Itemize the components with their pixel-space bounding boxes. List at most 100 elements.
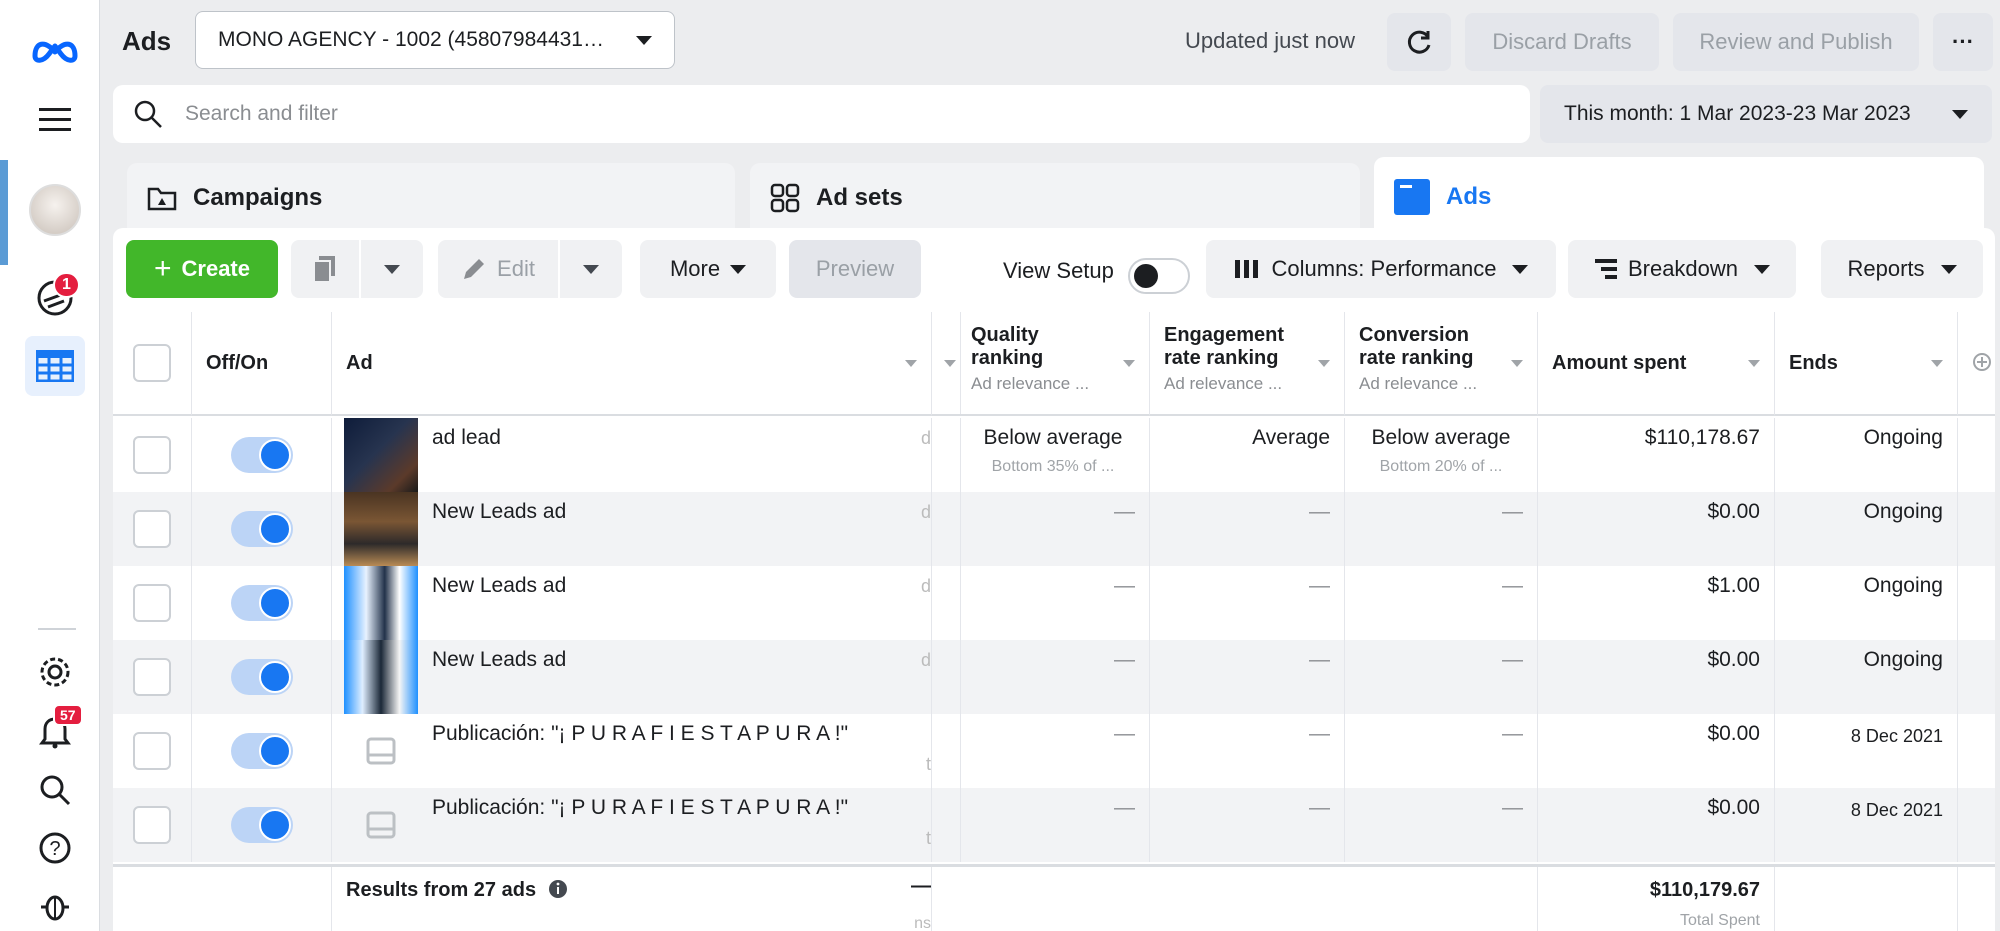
ad-status-toggle[interactable] xyxy=(230,511,293,547)
columns-icon xyxy=(1234,260,1258,278)
conversion-sub: Bottom 20% of ... xyxy=(1379,458,1503,475)
search-bar[interactable] xyxy=(113,85,1530,143)
avatar[interactable] xyxy=(25,180,85,240)
quality-ranking-header[interactable]: Quality ranking Ad relevance ... xyxy=(957,312,1150,416)
ad-status-toggle[interactable] xyxy=(230,659,293,695)
plus-circle-icon xyxy=(1973,353,1991,371)
ends-header[interactable]: Ends xyxy=(1775,312,1958,416)
ad-status-toggle[interactable] xyxy=(230,807,293,843)
table-row[interactable]: Publicación: "¡ P U R A F I E S T A P U … xyxy=(113,714,1995,788)
meta-logo-icon[interactable] xyxy=(25,20,85,80)
columns-button[interactable]: Columns: Performance xyxy=(1206,240,1556,298)
ad-name-link[interactable]: New Leads ad xyxy=(432,648,566,672)
engagement-ranking-header[interactable]: Engagement rate ranking Ad relevance ... xyxy=(1150,312,1345,416)
ad-name-link[interactable]: New Leads ad xyxy=(432,500,566,524)
date-range-label: This month: 1 Mar 2023-23 Mar 2023 xyxy=(1564,102,1911,125)
add-column-button[interactable] xyxy=(1958,312,1995,416)
table-row[interactable]: New Leads ad d — — — $0.00 Ongoing xyxy=(113,640,1995,714)
footer-spacer xyxy=(932,867,1538,931)
clipped-text: t xyxy=(925,754,931,774)
ad-name-header[interactable]: Ad xyxy=(332,312,932,416)
date-range-picker[interactable]: This month: 1 Mar 2023-23 Mar 2023 xyxy=(1540,85,1992,143)
ad-status-toggle[interactable] xyxy=(230,733,293,769)
conversion-cell: — xyxy=(1345,640,1538,714)
row-checkbox-cell xyxy=(113,714,192,788)
refresh-button[interactable] xyxy=(1387,13,1451,71)
ad-name-link[interactable]: New Leads ad xyxy=(432,574,566,598)
help-icon[interactable]: ? xyxy=(25,818,85,878)
footer-spacer xyxy=(1775,867,1958,931)
row-checkbox[interactable] xyxy=(133,658,171,696)
row-toggle-cell xyxy=(192,566,332,640)
edit-dropdown[interactable] xyxy=(560,240,622,298)
tab-campaigns[interactable]: Campaigns xyxy=(127,163,735,233)
notifications-item[interactable]: 1 xyxy=(25,268,85,328)
offon-header[interactable]: Off/On xyxy=(192,312,332,416)
engagement-cell: — xyxy=(1150,640,1345,714)
row-checkbox[interactable] xyxy=(133,510,171,548)
review-publish-button[interactable]: Review and Publish xyxy=(1673,13,1919,71)
table-row[interactable]: New Leads ad d — — — $1.00 Ongoing xyxy=(113,566,1995,640)
row-checkbox[interactable] xyxy=(133,806,171,844)
engagement-cell: — xyxy=(1150,788,1345,862)
tab-ads[interactable]: Ads xyxy=(1374,157,1984,237)
create-button[interactable]: + Create xyxy=(126,240,278,298)
ad-name-cell: ad lead d xyxy=(332,418,932,492)
view-setup-toggle[interactable] xyxy=(1128,258,1190,294)
ends-cell: 8 Dec 2021 xyxy=(1775,788,1958,862)
duplicate-dropdown[interactable] xyxy=(361,240,423,298)
hamburger-menu-icon[interactable] xyxy=(25,90,85,150)
svg-text:?: ? xyxy=(49,838,60,860)
ends-cell: Ongoing xyxy=(1775,566,1958,640)
toggle-knob xyxy=(1134,264,1158,288)
preview-button[interactable]: Preview xyxy=(789,240,921,298)
select-all-checkbox[interactable] xyxy=(133,344,171,382)
tab-adsets[interactable]: Ad sets xyxy=(750,163,1360,233)
edit-button[interactable]: Edit xyxy=(438,240,558,298)
row-checkbox[interactable] xyxy=(133,732,171,770)
view-setup-label: View Setup xyxy=(1003,258,1114,283)
search-icon[interactable] xyxy=(25,760,85,820)
ad-status-toggle[interactable] xyxy=(230,585,293,621)
row-checkbox[interactable] xyxy=(133,584,171,622)
clipped-text: t xyxy=(925,828,931,848)
reports-button[interactable]: Reports xyxy=(1821,240,1983,298)
more-button[interactable]: More xyxy=(640,240,776,298)
account-selector[interactable]: MONO AGENCY - 1002 (45807984431… xyxy=(195,11,675,69)
row-checkbox-cell xyxy=(113,418,192,492)
bug-report-icon[interactable] xyxy=(25,876,85,931)
toggle-knob xyxy=(258,735,291,767)
row-checkbox[interactable] xyxy=(133,436,171,474)
ads-manager-nav[interactable] xyxy=(25,336,85,396)
ad-name-link[interactable]: ad lead xyxy=(432,426,501,450)
ad-name-link[interactable]: Publicación: "¡ P U R A F I E S T A P U … xyxy=(432,722,848,746)
amount-cell: $0.00 xyxy=(1538,640,1775,714)
amount-spent-header[interactable]: Amount spent xyxy=(1538,312,1775,416)
duplicate-button[interactable] xyxy=(291,240,359,298)
reports-label: Reports xyxy=(1847,256,1925,281)
clipped-text: d xyxy=(920,650,931,670)
discard-drafts-button[interactable]: Discard Drafts xyxy=(1465,13,1659,71)
more-options-button[interactable]: ··· xyxy=(1933,13,1993,71)
info-icon[interactable] xyxy=(548,879,568,899)
table-row[interactable]: New Leads ad d — — — $0.00 Ongoing xyxy=(113,492,1995,566)
quality-header-label: Quality ranking xyxy=(971,324,1044,369)
alerts-bell-icon[interactable]: 57 xyxy=(25,702,85,762)
breakdown-button[interactable]: Breakdown xyxy=(1568,240,1796,298)
account-name: MONO AGENCY - 1002 (45807984431… xyxy=(218,28,604,51)
table-row[interactable]: ad lead d Below average Bottom 35% of ..… xyxy=(113,418,1995,492)
toggle-knob xyxy=(258,439,291,471)
conversion-ranking-header[interactable]: Conversion rate ranking Ad relevance ... xyxy=(1345,312,1538,416)
amount-cell: $110,178.67 xyxy=(1538,418,1775,492)
total-spent-label: Total Spent xyxy=(1679,912,1760,929)
ad-status-toggle[interactable] xyxy=(230,437,293,473)
tab-label: Ads xyxy=(1446,183,1492,210)
results-summary-row: Results from 27 ads — ns $110,179.67 Tot… xyxy=(113,864,1995,931)
settings-gear-icon[interactable] xyxy=(25,642,85,702)
row-toggle-cell xyxy=(192,492,332,566)
table-row[interactable]: Publicación: "¡ P U R A F I E S T A P U … xyxy=(113,788,1995,862)
ad-name-link[interactable]: Publicación: "¡ P U R A F I E S T A P U … xyxy=(432,796,848,820)
search-input[interactable] xyxy=(185,102,1385,126)
clipped-text: d xyxy=(920,576,931,596)
ad-name-cell: Publicación: "¡ P U R A F I E S T A P U … xyxy=(332,788,932,862)
